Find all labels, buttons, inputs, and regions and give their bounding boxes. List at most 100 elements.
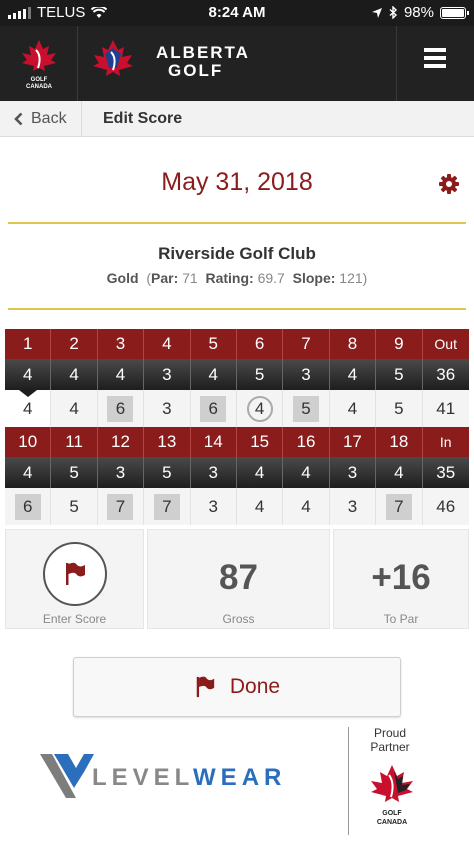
battery-percent: 98% — [403, 4, 434, 21]
to-par-panel: +16 To Par — [333, 529, 469, 629]
hole-number-6: 15 — [236, 427, 284, 457]
menu-divider — [396, 26, 397, 101]
hole-par-value: 4 — [208, 364, 218, 384]
hole-score-3[interactable]: 7 — [97, 488, 145, 525]
hole-par-total: 36 — [422, 359, 469, 390]
back-label: Back — [31, 110, 67, 127]
hole-score-8[interactable]: 4 — [329, 390, 377, 427]
hole-par-value: 3 — [115, 462, 126, 482]
hole-par-total: 35 — [422, 457, 469, 488]
hole-par-value: 5 — [69, 462, 79, 482]
hole-score-value: 4 — [69, 398, 79, 418]
hole-score-5[interactable]: 3 — [190, 488, 237, 525]
back-button[interactable]: Back — [0, 101, 82, 137]
par-value: 71 — [182, 270, 198, 286]
hole-score-7[interactable]: 4 — [283, 488, 330, 525]
hole-score-5[interactable]: 6 — [190, 390, 237, 427]
hole-score-1[interactable]: 4 — [5, 390, 52, 427]
hole-par-6: 5 — [236, 359, 284, 390]
hole-par-total-value: 36 — [436, 364, 456, 384]
proud-line-1: Proud — [373, 726, 407, 740]
hole-number-4: 13 — [144, 427, 191, 457]
hole-score-9[interactable]: 5 — [376, 390, 423, 427]
hole-number-value: 7 — [301, 334, 311, 353]
divider-top — [8, 222, 466, 224]
hole-number-3: 3 — [97, 329, 145, 359]
hole-score-1[interactable]: 6 — [5, 488, 52, 525]
hole-number-9: 9 — [376, 329, 423, 359]
header-divider — [77, 26, 78, 101]
hole-par-value: 5 — [394, 364, 404, 384]
hole-score-value: 4 — [301, 496, 311, 516]
round-date: May 31, 2018 — [161, 168, 313, 196]
hole-number-value: 14 — [203, 432, 223, 451]
hole-par-8: 4 — [329, 359, 377, 390]
hole-number-5: 5 — [190, 329, 237, 359]
hole-par-value: 4 — [22, 462, 33, 482]
hole-number-value: 6 — [254, 334, 265, 353]
hole-number-value: 13 — [157, 432, 177, 451]
hole-par-value: 5 — [162, 462, 172, 482]
hole-number-value: 17 — [342, 432, 362, 451]
hole-par-value: 4 — [22, 364, 33, 384]
hole-number-1: 10 — [5, 427, 52, 457]
round-stats: Enter Score 87 Gross +16 To Par — [5, 529, 469, 629]
enter-score-button[interactable] — [43, 542, 107, 606]
battery-icon — [440, 6, 469, 19]
hole-score-7[interactable]: 5 — [283, 390, 330, 427]
partner-logo-golf: GOLF — [382, 810, 402, 817]
hole-score-value: 5 — [394, 398, 404, 418]
gross-panel: 87 Gross — [147, 529, 330, 629]
brand-line-2: GOLF — [168, 61, 224, 80]
golf-canada-partner-logo: GOLF CANADA — [371, 765, 413, 826]
hole-score-3[interactable]: 6 — [97, 390, 145, 427]
hole-number-7: 16 — [283, 427, 330, 457]
enter-score-panel: Enter Score — [5, 529, 144, 629]
hole-number-value: 2 — [69, 334, 79, 353]
hole-score-6[interactable]: 4 — [236, 390, 284, 427]
done-button[interactable]: Done — [73, 657, 401, 717]
hole-par-9: 4 — [376, 457, 423, 488]
hole-number-total: Out — [422, 329, 469, 359]
hole-score-6[interactable]: 4 — [236, 488, 284, 525]
partner-logo-canada: CANADA — [377, 819, 407, 826]
alberta-golf-logo[interactable] — [87, 38, 139, 90]
hole-number-5: 14 — [190, 427, 237, 457]
hole-score-2[interactable]: 5 — [51, 488, 98, 525]
hole-par-6: 4 — [236, 457, 284, 488]
flag-icon — [66, 562, 85, 585]
gross-label: Gross — [222, 612, 255, 626]
gross-value: 87 — [219, 558, 258, 597]
hole-number-value: 10 — [18, 432, 38, 451]
scorecard: 1 2 3 4 5 6 7 8 9 Out 4 4 4 3 4 5 3 4 5 36 4 4 6 3 6 4 5 4 5 41 10 1… — [5, 329, 469, 525]
hole-score-value: 4 — [246, 395, 273, 422]
hole-number-value: 12 — [111, 432, 130, 451]
hole-score-2[interactable]: 4 — [51, 390, 98, 427]
hole-par-value: 4 — [394, 462, 404, 482]
hole-score-value: 4 — [254, 496, 265, 516]
hole-number-9: 18 — [376, 427, 423, 457]
hole-score-9[interactable]: 7 — [376, 488, 423, 525]
page-title: Edit Score — [103, 110, 183, 127]
hole-number-6: 6 — [236, 329, 284, 359]
hole-par-1: 4 — [5, 359, 52, 390]
to-par-value: +16 — [371, 558, 431, 597]
hole-par-5: 3 — [190, 457, 237, 488]
golf-canada-logo[interactable]: GOLF CANADA — [14, 38, 64, 90]
hole-score-value: 7 — [107, 493, 134, 520]
front-par-row: 4 4 4 3 4 5 3 4 5 36 — [5, 359, 469, 390]
hole-score-8[interactable]: 3 — [329, 488, 377, 525]
brand-line-1: ALBERTA — [156, 43, 250, 62]
hole-score-4[interactable]: 3 — [144, 390, 191, 427]
brand-wordmark: ALBERTA GOLF — [156, 44, 250, 80]
hole-number-2: 11 — [51, 427, 98, 457]
hole-score-value: 4 — [22, 398, 33, 418]
gear-icon[interactable] — [437, 172, 461, 196]
status-bar: TELUS 8:24 AM 98% — [0, 0, 474, 26]
back-holes-row: 10 11 12 13 14 15 16 17 18 In — [5, 427, 469, 457]
hamburger-menu-icon[interactable] — [412, 48, 458, 78]
hole-score-value: 4 — [347, 398, 358, 418]
hole-score-4[interactable]: 7 — [144, 488, 191, 525]
hole-par-total-value: 35 — [436, 462, 456, 482]
levelwear-part-2: WEAR — [193, 764, 287, 791]
